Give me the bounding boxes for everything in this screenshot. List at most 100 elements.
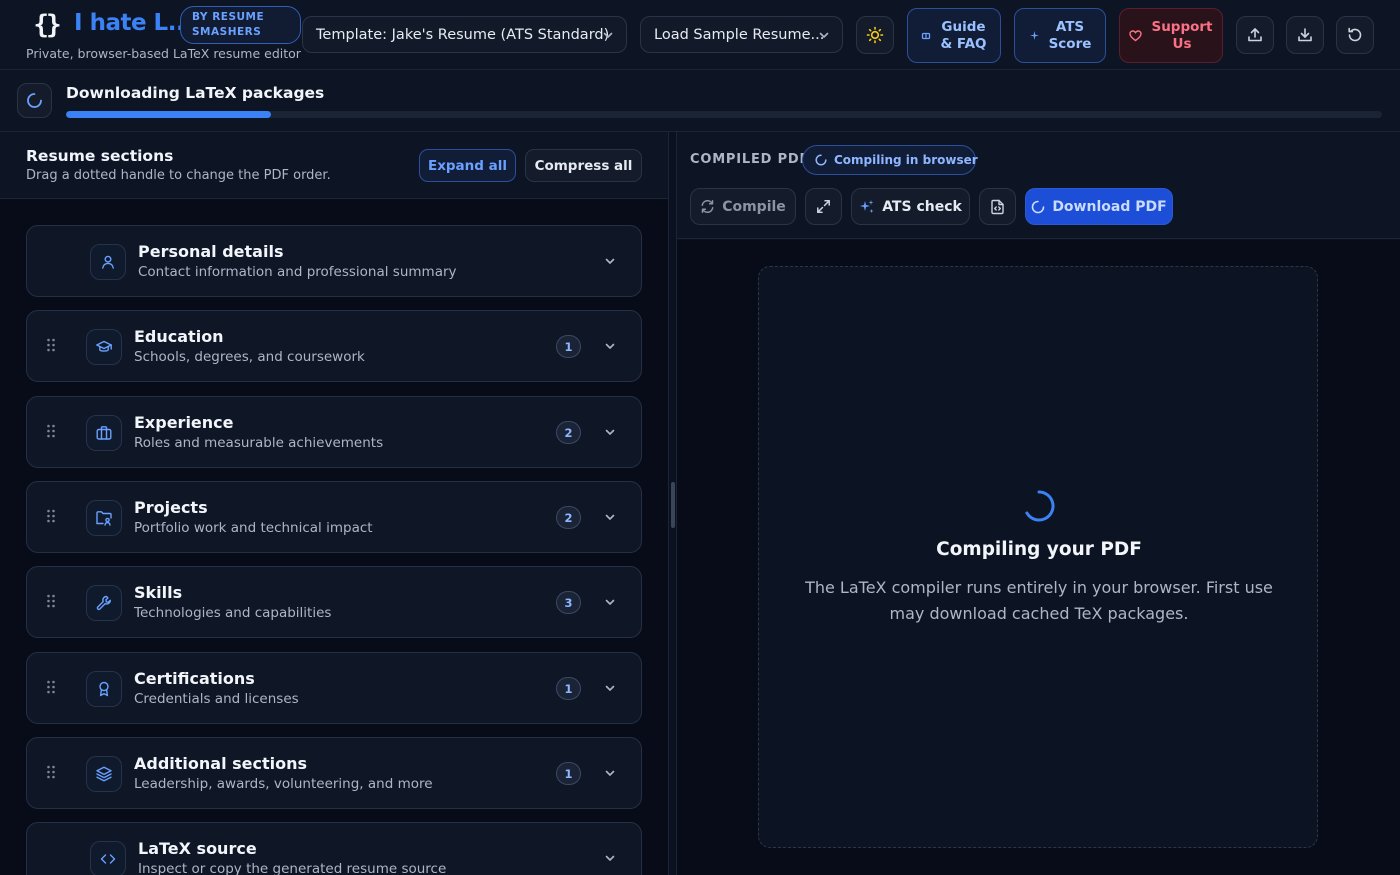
view-source-button[interactable]	[979, 188, 1016, 225]
sample-resume-select[interactable]: Load Sample Resume...	[640, 16, 843, 53]
reset-icon	[1346, 26, 1364, 44]
chevron-down-icon	[818, 29, 830, 41]
graduation-cap-icon	[86, 329, 122, 365]
progress-bar	[66, 111, 1382, 118]
section-card[interactable]: Experience Roles and measurable achieveme…	[26, 396, 642, 468]
ats-check-button[interactable]: ATS check	[851, 188, 970, 225]
drag-handle-icon[interactable]	[46, 679, 56, 695]
compiling-status-text: Compiling in browser	[834, 153, 978, 167]
guide-label-1: Guide	[941, 18, 986, 35]
section-card[interactable]: LaTeX source Inspect or copy the generate…	[26, 822, 642, 875]
spinner-icon	[815, 154, 827, 166]
chevron-down-icon[interactable]	[604, 682, 616, 694]
chevron-down-icon[interactable]	[604, 596, 616, 608]
upload-icon	[1246, 26, 1264, 44]
guide-faq-button[interactable]: Guide & FAQ	[907, 8, 1001, 63]
chevron-down-icon[interactable]	[604, 340, 616, 352]
logo-braces-icon: {}	[33, 10, 61, 40]
guide-label-2: & FAQ	[940, 35, 987, 52]
refresh-icon	[700, 199, 715, 214]
section-title: Personal details	[138, 242, 284, 261]
chevron-down-icon[interactable]	[604, 255, 616, 267]
section-card[interactable]: Personal details Contact information and …	[26, 225, 642, 297]
ats-score-button[interactable]: ATS Score	[1014, 8, 1106, 63]
support-label-2: Us	[1172, 35, 1192, 52]
chevron-down-icon[interactable]	[604, 511, 616, 523]
section-title: Projects	[134, 498, 208, 517]
spinner-icon	[1031, 200, 1045, 214]
ats-label-1: ATS	[1055, 18, 1085, 35]
download-icon	[1296, 26, 1314, 44]
support-us-button[interactable]: Support Us	[1119, 8, 1223, 63]
drag-handle-icon[interactable]	[46, 593, 56, 609]
fullscreen-button[interactable]	[805, 188, 842, 225]
expand-all-button[interactable]: Expand all	[419, 149, 516, 182]
template-select[interactable]: Template: Jake's Resume (ATS Standard)	[302, 16, 627, 53]
compress-all-button[interactable]: Compress all	[525, 149, 642, 182]
heart-icon	[1129, 29, 1143, 42]
compiling-title: Compiling your PDF	[936, 539, 1142, 560]
briefcase-icon	[86, 415, 122, 451]
chevron-down-icon[interactable]	[604, 767, 616, 779]
award-icon	[86, 671, 122, 707]
section-count-badge: 1	[556, 677, 581, 700]
section-card[interactable]: Certifications Credentials and licenses 1	[26, 652, 642, 724]
top-header: {} I hate L... BY RESUME SMASHERS Privat…	[0, 0, 1400, 70]
sparkles-icon	[859, 199, 875, 215]
section-card[interactable]: Additional sections Leadership, awards, v…	[26, 737, 642, 809]
template-select-value: Template: Jake's Resume (ATS Standard)	[316, 26, 610, 43]
pdf-preview-frame: Compiling your PDF The LaTeX compiler ru…	[758, 266, 1318, 848]
expand-icon	[816, 199, 831, 214]
panel-resizer[interactable]	[668, 132, 677, 875]
section-count-badge: 2	[556, 421, 581, 444]
progress-fill	[66, 111, 272, 118]
resize-handle[interactable]	[671, 482, 675, 528]
sections-header: Resume sections Drag a dotted handle to …	[0, 132, 668, 199]
section-title: Education	[134, 327, 224, 346]
progress-title: Downloading LaTeX packages	[66, 84, 325, 102]
section-card[interactable]: Skills Technologies and capabilities 3	[26, 566, 642, 638]
tagline: Private, browser-based LaTeX resume edit…	[26, 46, 301, 61]
section-card[interactable]: Education Schools, degrees, and coursewor…	[26, 310, 642, 382]
support-label-1: Support	[1151, 18, 1213, 35]
section-title: Skills	[134, 583, 183, 602]
chevron-down-icon[interactable]	[604, 852, 616, 864]
drag-handle-icon[interactable]	[46, 423, 56, 439]
compiled-pdf-label: COMPILED PDF	[690, 152, 810, 167]
chevron-down-icon[interactable]	[604, 426, 616, 438]
pdf-toolbar: COMPILED PDF Compiling in browser Compil…	[677, 132, 1400, 239]
section-count-badge: 1	[556, 335, 581, 358]
compiling-status-badge: Compiling in browser	[802, 145, 978, 175]
theme-toggle-button[interactable]	[856, 16, 894, 54]
section-title: Experience	[134, 413, 234, 432]
section-count-badge: 3	[556, 591, 581, 614]
compile-label: Compile	[722, 198, 786, 215]
drag-handle-icon[interactable]	[46, 508, 56, 524]
ats-label-2: Score	[1048, 35, 1092, 52]
section-title: Additional sections	[134, 754, 308, 773]
sun-icon	[866, 26, 884, 44]
book-icon	[921, 31, 931, 41]
ats-check-label: ATS check	[882, 198, 962, 215]
download-pdf-button[interactable]: Download PDF	[1025, 188, 1173, 225]
chevron-down-icon	[602, 29, 614, 41]
section-card[interactable]: Projects Portfolio work and technical imp…	[26, 481, 642, 553]
section-subtitle: Schools, degrees, and coursework	[134, 349, 365, 365]
drag-handle-icon[interactable]	[46, 764, 56, 780]
badge-line-1: BY RESUME	[192, 11, 265, 23]
section-subtitle: Inspect or copy the generated resume sou…	[138, 861, 447, 875]
reset-button[interactable]	[1336, 16, 1374, 54]
package-download-status: Downloading LaTeX packages	[0, 70, 1400, 132]
sample-select-value: Load Sample Resume...	[654, 26, 825, 43]
user-icon	[90, 244, 126, 280]
compile-button[interactable]: Compile	[690, 188, 796, 225]
section-count-badge: 2	[556, 506, 581, 529]
wrench-icon	[86, 585, 122, 621]
by-resume-smashers-badge[interactable]: BY RESUME SMASHERS	[180, 6, 301, 44]
download-button[interactable]	[1286, 16, 1324, 54]
section-subtitle: Leadership, awards, volunteering, and mo…	[134, 776, 433, 792]
sections-subtitle: Drag a dotted handle to change the PDF o…	[26, 168, 331, 183]
upload-button[interactable]	[1236, 16, 1274, 54]
pdf-preview-area: Compiling your PDF The LaTeX compiler ru…	[677, 240, 1400, 875]
drag-handle-icon[interactable]	[46, 337, 56, 353]
